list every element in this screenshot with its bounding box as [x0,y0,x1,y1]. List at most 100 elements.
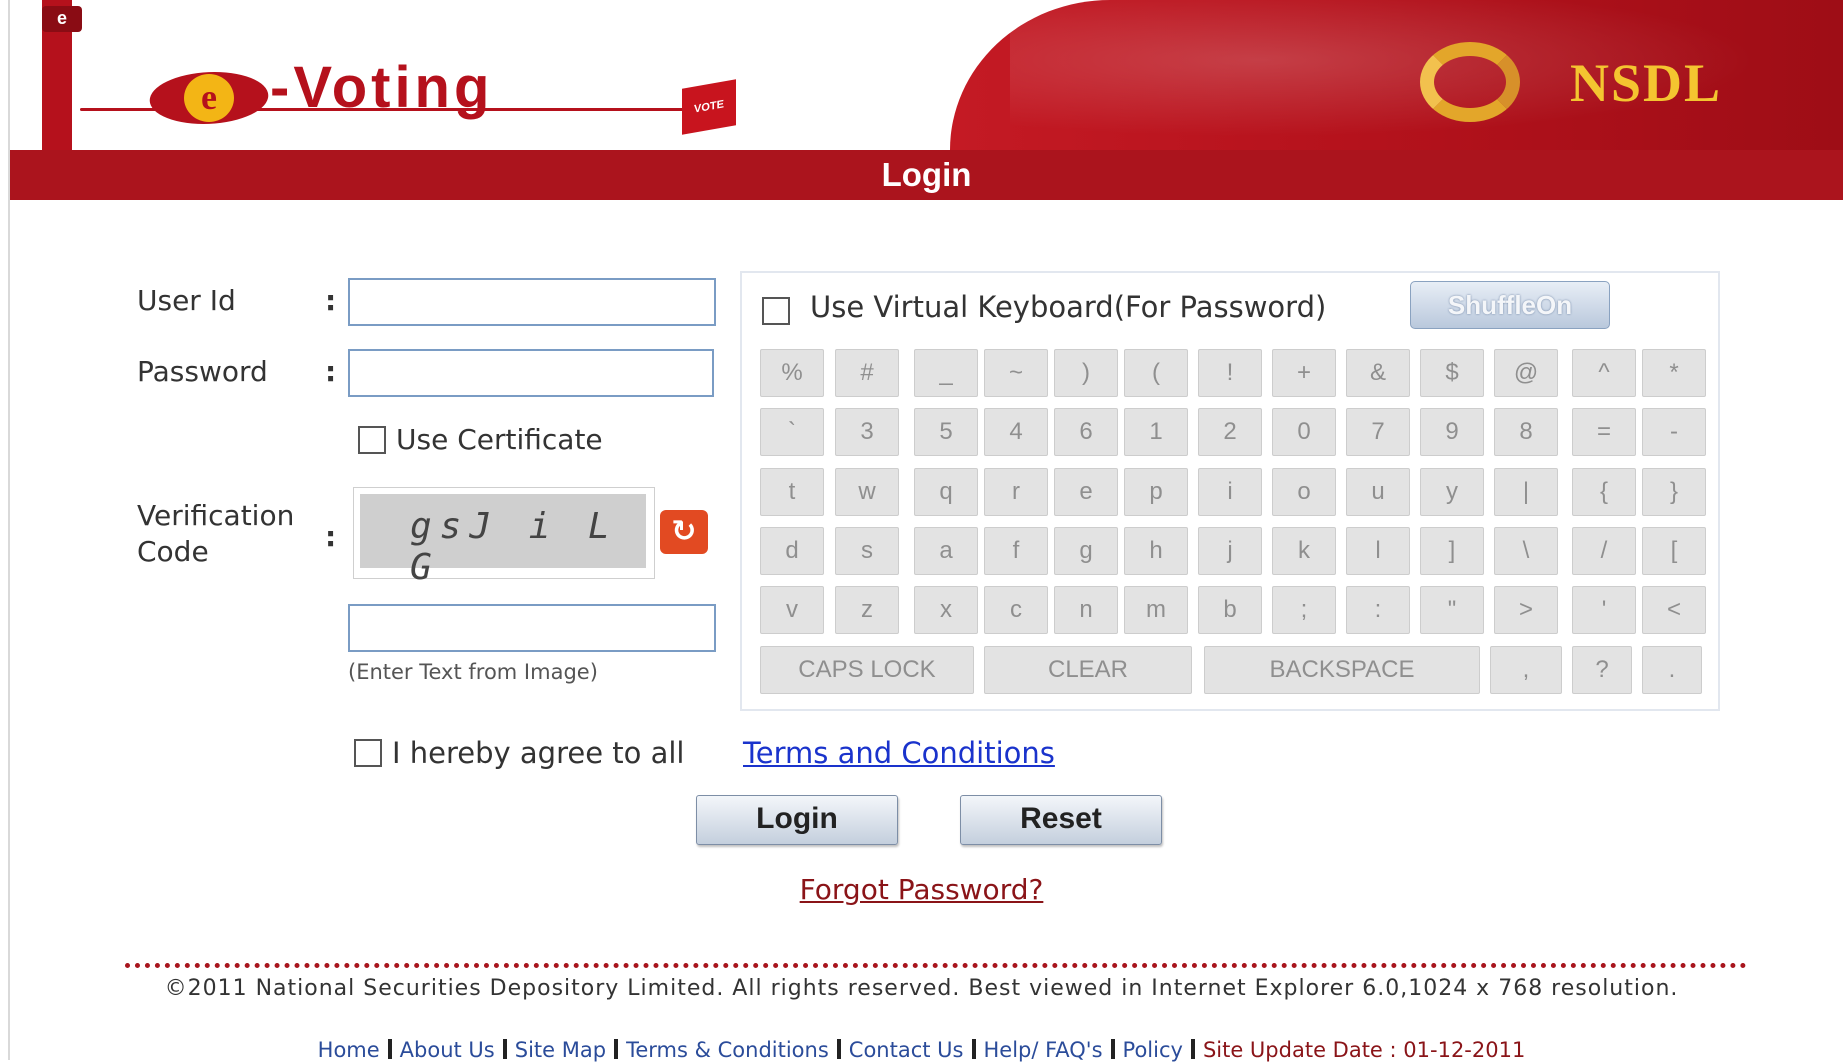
captcha-input[interactable] [348,604,716,652]
vk-key[interactable]: $ [1420,349,1484,397]
password-input[interactable] [348,349,714,397]
vk-key[interactable]: g [1054,527,1118,575]
vk-key[interactable]: ( [1124,349,1188,397]
vk-key[interactable]: z [835,586,899,634]
vk-key[interactable]: k [1272,527,1336,575]
footer-link-terms[interactable]: Terms & Conditions [626,1038,829,1062]
nsdl-logo-icon [1420,42,1520,122]
vk-key[interactable]: [ [1642,527,1706,575]
logo-e-mark-icon: e [144,72,274,124]
footer-link-about-us[interactable]: About Us [400,1038,495,1062]
footer-links: Home About Us Site Map Terms & Conditions Co… [0,1038,1843,1062]
vk-key[interactable]: 2 [1198,408,1262,456]
vk-key[interactable]: a [914,527,978,575]
use-certificate-checkbox[interactable] [358,426,386,454]
vk-key[interactable]: = [1572,408,1636,456]
vk-key[interactable]: | [1494,468,1558,516]
vk-key[interactable]: _ [914,349,978,397]
vk-key[interactable]: , [1490,646,1562,694]
vk-key[interactable]: h [1124,527,1188,575]
vk-key[interactable]: 5 [914,408,978,456]
footer-link-contact-us[interactable]: Contact Us [849,1038,964,1062]
user-id-input[interactable] [348,278,716,326]
vk-key[interactable]: v [760,586,824,634]
vk-key[interactable]: ! [1198,349,1262,397]
vk-key[interactable]: d [760,527,824,575]
vk-key[interactable]: n [1054,586,1118,634]
vk-key[interactable]: & [1346,349,1410,397]
virtual-keyboard-label: Use Virtual Keyboard(For Password) [810,290,1327,324]
vk-key[interactable]: : [1346,586,1410,634]
vk-key[interactable]: > [1494,586,1558,634]
vk-key[interactable]: e [1054,468,1118,516]
vk-key[interactable]: " [1420,586,1484,634]
vk-key[interactable]: ~ [984,349,1048,397]
vk-key[interactable]: - [1642,408,1706,456]
vk-key[interactable]: 8 [1494,408,1558,456]
vk-backspace-key[interactable]: BACKSPACE [1204,646,1480,694]
vk-key[interactable]: r [984,468,1048,516]
vk-key[interactable]: * [1642,349,1706,397]
vk-key[interactable]: t [760,468,824,516]
agree-terms-checkbox[interactable] [354,739,382,767]
vk-key[interactable]: l [1346,527,1410,575]
reset-button[interactable]: Reset [960,795,1162,845]
forgot-password-link[interactable]: Forgot Password? [0,873,1843,906]
vk-key[interactable]: 6 [1054,408,1118,456]
vk-key[interactable]: 4 [984,408,1048,456]
vk-key[interactable]: < [1642,586,1706,634]
vk-key[interactable]: ) [1054,349,1118,397]
ballot-box-icon: VOTE [682,79,736,135]
vk-key[interactable]: \ [1494,527,1558,575]
vk-key[interactable]: ` [760,408,824,456]
vk-key[interactable]: # [835,349,899,397]
footer-link-site-map[interactable]: Site Map [515,1038,606,1062]
vk-key[interactable]: p [1124,468,1188,516]
evoting-logo: e -Voting [80,50,720,130]
vk-key[interactable]: f [984,527,1048,575]
terms-and-conditions-link[interactable]: Terms and Conditions [743,736,1055,770]
vk-key[interactable]: s [835,527,899,575]
vk-key[interactable]: ; [1272,586,1336,634]
vk-key[interactable]: 0 [1272,408,1336,456]
vk-key[interactable]: 9 [1420,408,1484,456]
vk-key[interactable]: . [1642,646,1702,694]
vk-key[interactable]: b [1198,586,1262,634]
vk-key[interactable]: q [914,468,978,516]
vk-key[interactable]: c [984,586,1048,634]
vk-key[interactable]: % [760,349,824,397]
vk-key[interactable]: ' [1572,586,1636,634]
footer-link-policy[interactable]: Policy [1123,1038,1183,1062]
vk-key[interactable]: ] [1420,527,1484,575]
vk-key[interactable]: @ [1494,349,1558,397]
vk-key[interactable]: / [1572,527,1636,575]
vk-key[interactable]: 1 [1124,408,1188,456]
vk-key[interactable]: m [1124,586,1188,634]
site-update-date: Site Update Date : 01-12-2011 [1202,1038,1526,1062]
refresh-captcha-icon[interactable]: ↻ [660,510,708,554]
vk-key[interactable]: ^ [1572,349,1636,397]
copyright-text: ©2011 National Securities Depository Lim… [164,976,1679,1001]
vk-key[interactable]: + [1272,349,1336,397]
vk-key[interactable]: i [1198,468,1262,516]
vk-key[interactable]: o [1272,468,1336,516]
footer-link-help-faq[interactable]: Help/ FAQ's [984,1038,1103,1062]
banner-pole-cap-icon: e [42,6,82,32]
vk-key[interactable]: x [914,586,978,634]
vk-key[interactable]: 7 [1346,408,1410,456]
vk-key[interactable]: y [1420,468,1484,516]
virtual-keyboard-checkbox[interactable] [762,297,790,325]
vk-clear-key[interactable]: CLEAR [984,646,1192,694]
vk-key[interactable]: } [1642,468,1706,516]
vk-key[interactable]: 3 [835,408,899,456]
vk-caps-lock-key[interactable]: CAPS LOCK [760,646,974,694]
footer-link-home[interactable]: Home [318,1038,380,1062]
vk-key[interactable]: j [1198,527,1262,575]
vk-key[interactable]: u [1346,468,1410,516]
login-button[interactable]: Login [696,795,898,845]
verification-code-label: Verification Code [137,498,294,570]
shuffle-on-button[interactable]: ShuffleOn [1410,281,1610,329]
vk-key[interactable]: w [835,468,899,516]
vk-key[interactable]: { [1572,468,1636,516]
vk-key[interactable]: ? [1572,646,1632,694]
